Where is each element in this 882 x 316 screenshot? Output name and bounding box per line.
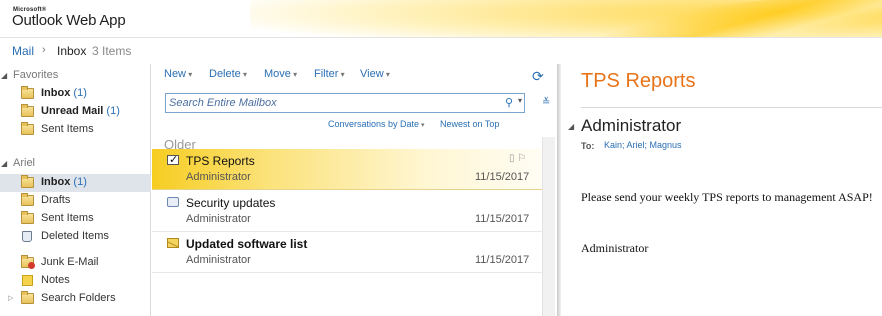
message-sender: Administrator bbox=[186, 213, 251, 225]
sidebar-item-search-folders[interactable]: ▷ Search Folders bbox=[0, 290, 151, 308]
trash-icon bbox=[22, 231, 32, 242]
sort-order-button[interactable]: Newest on Top bbox=[440, 119, 499, 129]
sidebar-item-notes[interactable]: Notes bbox=[0, 272, 151, 290]
folder-icon bbox=[21, 122, 34, 135]
sidebar-item-junk-email[interactable]: Junk E-Mail bbox=[0, 254, 151, 272]
divider bbox=[581, 107, 882, 108]
breadcrumb-separator: › bbox=[42, 44, 46, 56]
move-button[interactable]: Move bbox=[264, 68, 297, 80]
sidebar-item-inbox[interactable]: Inbox (1) bbox=[0, 174, 151, 192]
message-sender: Administrator bbox=[186, 254, 251, 266]
list-scrollbar[interactable] bbox=[542, 137, 555, 316]
search-input[interactable] bbox=[169, 95, 499, 111]
message-title: TPS Reports bbox=[581, 70, 696, 92]
unread-count: 1 bbox=[77, 176, 84, 188]
flag-icon[interactable]: ▯ ⚐ bbox=[509, 153, 526, 164]
account-header[interactable]: ◢ Ariel bbox=[0, 156, 151, 174]
notes-icon bbox=[22, 275, 33, 286]
message-date: 11/15/2017 bbox=[475, 213, 530, 225]
read-envelope-icon bbox=[167, 197, 179, 207]
folder-navigation: ◢ Favorites Inbox (1) Unread Mail (1) Se… bbox=[0, 64, 151, 316]
search-options-chevron-icon[interactable]: ▾ bbox=[518, 96, 522, 105]
drafts-icon bbox=[21, 193, 34, 206]
message-row[interactable]: Security updates Administrator 11/15/201… bbox=[152, 191, 542, 232]
to-label: To: bbox=[581, 141, 595, 151]
message-row[interactable]: TPS Reports Administrator 11/15/2017 ▯ ⚐ bbox=[152, 149, 542, 190]
view-button[interactable]: View bbox=[360, 68, 390, 80]
favorites-item-inbox[interactable]: Inbox (1) bbox=[0, 85, 151, 103]
favorites-item-sent-items[interactable]: Sent Items bbox=[0, 121, 151, 139]
message-subject: TPS Reports bbox=[186, 154, 255, 168]
item-count: 3 Items bbox=[92, 44, 132, 58]
message-list-pane: New Delete Move Filter View ⟳ ⚲ ▾ ≚ Conv… bbox=[152, 64, 557, 316]
collapse-triangle-icon[interactable]: ◢ bbox=[568, 122, 574, 131]
folder-icon bbox=[21, 175, 34, 188]
message-date: 11/15/2017 bbox=[475, 254, 530, 266]
search-box[interactable]: ⚲ ▾ bbox=[165, 93, 525, 113]
favorites-header[interactable]: ◢ Favorites bbox=[0, 68, 151, 86]
collapse-triangle-icon[interactable]: ◢ bbox=[1, 159, 7, 168]
sort-by-dropdown[interactable]: Conversations by Date bbox=[328, 119, 425, 129]
search-folder-icon bbox=[21, 104, 34, 117]
message-subject: Updated software list bbox=[186, 237, 308, 251]
breadcrumb-current-folder: Inbox bbox=[57, 44, 87, 58]
checkbox-icon[interactable] bbox=[167, 153, 179, 166]
message-subject: Security updates bbox=[186, 196, 276, 210]
reading-pane: TPS Reports ◢ Administrator To: Kain; Ar… bbox=[561, 64, 882, 316]
new-button[interactable]: New bbox=[164, 68, 192, 80]
unread-count: 1 bbox=[110, 105, 117, 117]
breadcrumb-mail-link[interactable]: Mail bbox=[12, 44, 34, 58]
recipients[interactable]: Kain; Ariel; Magnus bbox=[604, 140, 682, 150]
collapse-triangle-icon[interactable]: ◢ bbox=[1, 71, 7, 80]
message-date: 11/15/2017 bbox=[475, 171, 530, 183]
message-row[interactable]: Updated software list Administrator 11/1… bbox=[152, 232, 542, 273]
unread-count: 1 bbox=[77, 87, 84, 99]
delete-button[interactable]: Delete bbox=[209, 68, 247, 80]
message-body: Please send your weekly TPS reports to m… bbox=[581, 190, 873, 204]
app-header: Microsoft® Outlook Web App bbox=[0, 0, 882, 38]
sidebar-item-drafts[interactable]: Drafts bbox=[0, 192, 151, 210]
sidebar-item-sent-items[interactable]: Sent Items bbox=[0, 210, 151, 228]
junk-icon bbox=[21, 255, 35, 269]
search-icon[interactable]: ⚲ bbox=[505, 96, 513, 109]
breadcrumb: Mail › Inbox 3 Items bbox=[0, 39, 882, 63]
expand-arrow-icon[interactable]: ▷ bbox=[8, 294, 13, 302]
app-title: Outlook Web App bbox=[12, 12, 126, 29]
message-sender: Administrator bbox=[186, 171, 251, 183]
sidebar-item-deleted-items[interactable]: Deleted Items bbox=[0, 228, 151, 246]
folder-icon bbox=[21, 86, 34, 99]
folder-icon bbox=[21, 211, 34, 224]
refresh-icon[interactable]: ⟳ bbox=[532, 69, 546, 83]
favorites-item-unread-mail[interactable]: Unread Mail (1) bbox=[0, 103, 151, 121]
unread-envelope-icon bbox=[167, 238, 179, 248]
message-signature: Administrator bbox=[581, 241, 649, 255]
expand-search-icon[interactable]: ≚ bbox=[542, 97, 550, 108]
sender-name[interactable]: Administrator bbox=[581, 116, 681, 136]
folder-icon bbox=[21, 291, 34, 304]
filter-button[interactable]: Filter bbox=[314, 68, 345, 80]
